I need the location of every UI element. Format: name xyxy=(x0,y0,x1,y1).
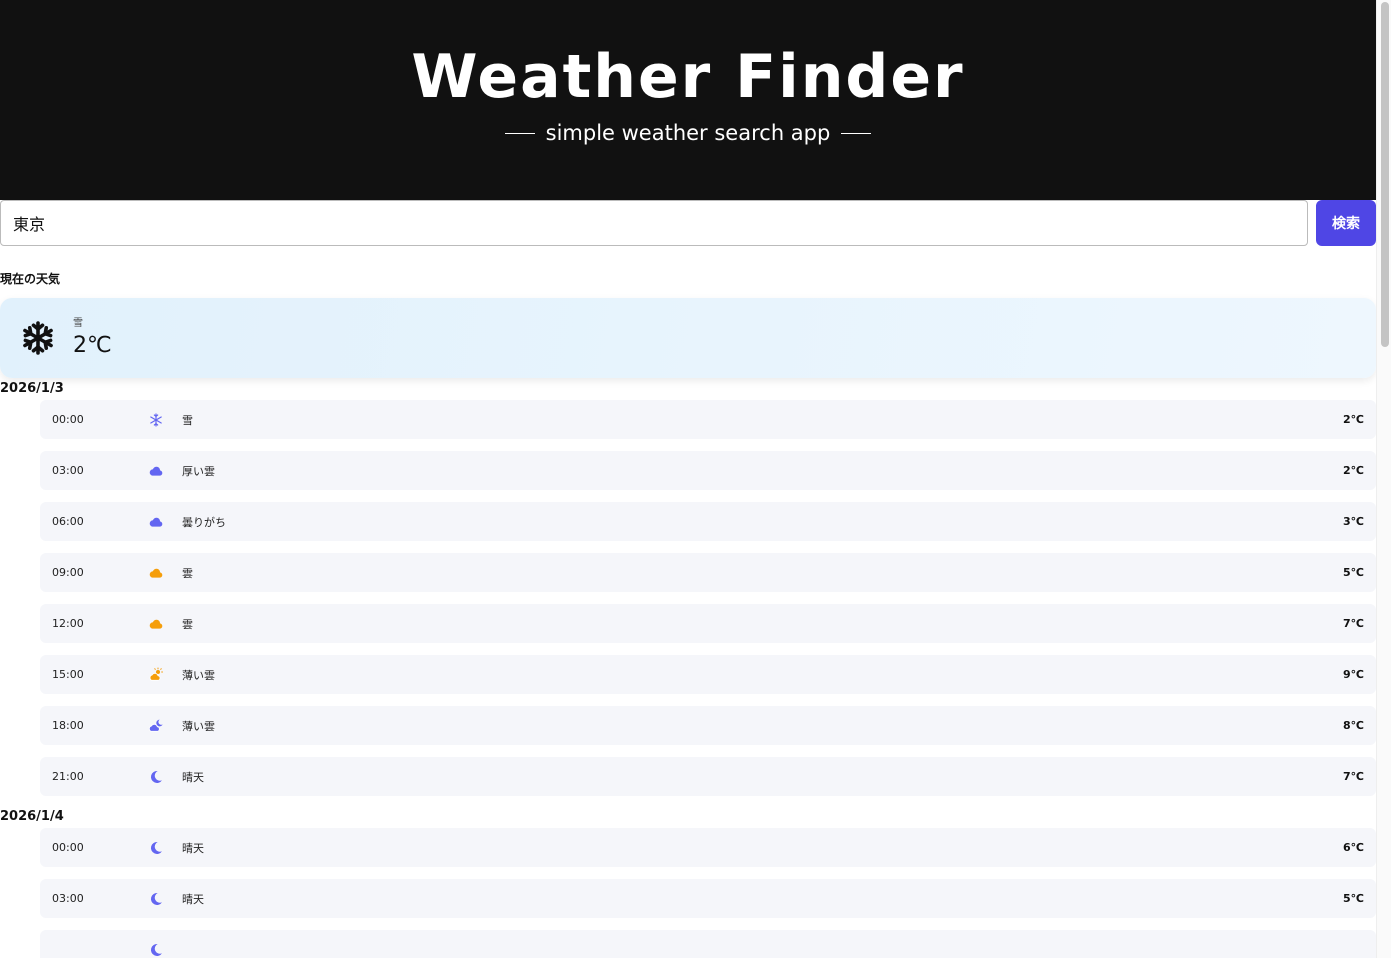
page-scrollbar[interactable] xyxy=(1376,0,1391,958)
forecast-row xyxy=(40,930,1376,958)
forecast-description: 雪 xyxy=(182,413,193,427)
forecast-description: 薄い雲 xyxy=(182,668,215,682)
forecast-list: 00:00 晴天 6℃ 03:00 晴天 5℃ xyxy=(40,828,1376,958)
forecast-icon-cell xyxy=(130,667,182,683)
moon-icon xyxy=(150,943,162,956)
forecast-description: 晴天 xyxy=(182,892,204,906)
forecast-description: 厚い雲 xyxy=(182,464,215,478)
forecast-time: 15:00 xyxy=(52,668,84,681)
current-weather-card: 雪 2℃ xyxy=(0,298,1376,378)
forecast-time: 18:00 xyxy=(52,719,84,732)
forecast-time: 03:00 xyxy=(52,892,84,905)
cloud-icon xyxy=(149,517,163,527)
forecast-icon-cell xyxy=(130,514,182,530)
forecast-row: 09:00 雲 5℃ xyxy=(40,553,1376,592)
forecast-row: 21:00 晴天 7℃ xyxy=(40,757,1376,796)
moon-icon xyxy=(150,770,162,783)
app-header: Weather Finder simple weather search app xyxy=(0,0,1376,200)
forecast-date: 2026/1/4 xyxy=(0,809,64,824)
current-weather-heading: 現在の天気 xyxy=(0,272,61,286)
current-temperature: 2℃ xyxy=(73,333,112,358)
forecast-temperature: 7℃ xyxy=(1343,770,1364,783)
cloud-icon xyxy=(149,568,163,578)
current-weather-description: 雪 xyxy=(73,318,83,329)
forecast-description: 雲 xyxy=(182,617,193,631)
cloud-icon xyxy=(149,619,163,629)
forecast-icon-cell xyxy=(130,565,182,581)
forecast-temperature: 7℃ xyxy=(1343,617,1364,630)
forecast-icon-cell xyxy=(130,718,182,734)
subtitle-right-dash xyxy=(841,132,872,134)
forecast-day-2: 2026/1/4 00:00 晴天 6℃ 03:00 晴天 5℃ xyxy=(0,808,1376,958)
forecast-date: 2026/1/3 xyxy=(0,381,64,396)
forecast-icon-cell xyxy=(130,769,182,785)
app-title: Weather Finder xyxy=(411,42,965,112)
forecast-row: 06:00 曇りがち 3℃ xyxy=(40,502,1376,541)
cloud-sun-icon xyxy=(149,667,164,681)
app-subtitle: simple weather search app xyxy=(494,121,883,145)
subtitle-text: simple weather search app xyxy=(545,121,831,145)
forecast-temperature: 9℃ xyxy=(1343,668,1364,681)
forecast-time: 00:00 xyxy=(52,841,84,854)
forecast-time: 09:00 xyxy=(52,566,84,579)
forecast-row: 03:00 晴天 5℃ xyxy=(40,879,1376,918)
snowflake-icon xyxy=(23,321,53,355)
forecast-row: 15:00 薄い雲 9℃ xyxy=(40,655,1376,694)
forecast-temperature: 3℃ xyxy=(1343,515,1364,528)
forecast-icon-cell xyxy=(130,412,182,428)
snowflake-icon xyxy=(150,412,162,427)
forecast-icon-cell xyxy=(130,463,182,479)
forecast-time: 03:00 xyxy=(52,464,84,477)
forecast-description: 晴天 xyxy=(182,770,204,784)
cloud-moon-icon xyxy=(149,719,163,732)
subtitle-left-dash xyxy=(504,132,535,134)
city-search-input[interactable] xyxy=(0,200,1308,246)
scrollbar-thumb[interactable] xyxy=(1381,2,1389,347)
forecast-row: 00:00 雪 2℃ xyxy=(40,400,1376,439)
forecast-row: 03:00 厚い雲 2℃ xyxy=(40,451,1376,490)
forecast-list: 00:00 雪 2℃ 03:00 厚い雲 2℃ 06:00 曇りがち 3℃ 09:00 雲 5℃ 12:… xyxy=(40,400,1376,796)
forecast-time: 06:00 xyxy=(52,515,84,528)
forecast-icon-cell xyxy=(130,891,182,907)
forecast-temperature: 2℃ xyxy=(1343,413,1364,426)
forecast-temperature: 2℃ xyxy=(1343,464,1364,477)
moon-icon xyxy=(150,841,162,854)
forecast-time: 12:00 xyxy=(52,617,84,630)
forecast-description: 薄い雲 xyxy=(182,719,215,733)
forecast-description: 雲 xyxy=(182,566,193,580)
forecast-temperature: 6℃ xyxy=(1343,841,1364,854)
forecast-icon-cell xyxy=(130,942,182,958)
forecast-temperature: 8℃ xyxy=(1343,719,1364,732)
forecast-time: 21:00 xyxy=(52,770,84,783)
forecast-row: 12:00 雲 7℃ xyxy=(40,604,1376,643)
current-weather-info: 雪 2℃ xyxy=(73,314,112,358)
moon-icon xyxy=(150,892,162,905)
forecast-icon-cell xyxy=(130,840,182,856)
cloud-icon xyxy=(149,466,163,476)
page: Weather Finder simple weather search app… xyxy=(0,0,1376,958)
forecast-icon-cell xyxy=(130,616,182,632)
forecast-description: 曇りがち xyxy=(182,515,226,529)
forecast-description: 晴天 xyxy=(182,841,204,855)
forecast-row: 00:00 晴天 6℃ xyxy=(40,828,1376,867)
search-button[interactable]: 検索 xyxy=(1316,200,1376,246)
search-bar: 検索 xyxy=(0,200,1376,246)
forecast-row: 18:00 薄い雲 8℃ xyxy=(40,706,1376,745)
forecast-temperature: 5℃ xyxy=(1343,566,1364,579)
forecast-day-1: 2026/1/3 00:00 雪 2℃ 03:00 厚い雲 2℃ 06:00 曇りがち 3℃ 09… xyxy=(0,380,1376,796)
forecast-temperature: 5℃ xyxy=(1343,892,1364,905)
forecast-time: 00:00 xyxy=(52,413,84,426)
